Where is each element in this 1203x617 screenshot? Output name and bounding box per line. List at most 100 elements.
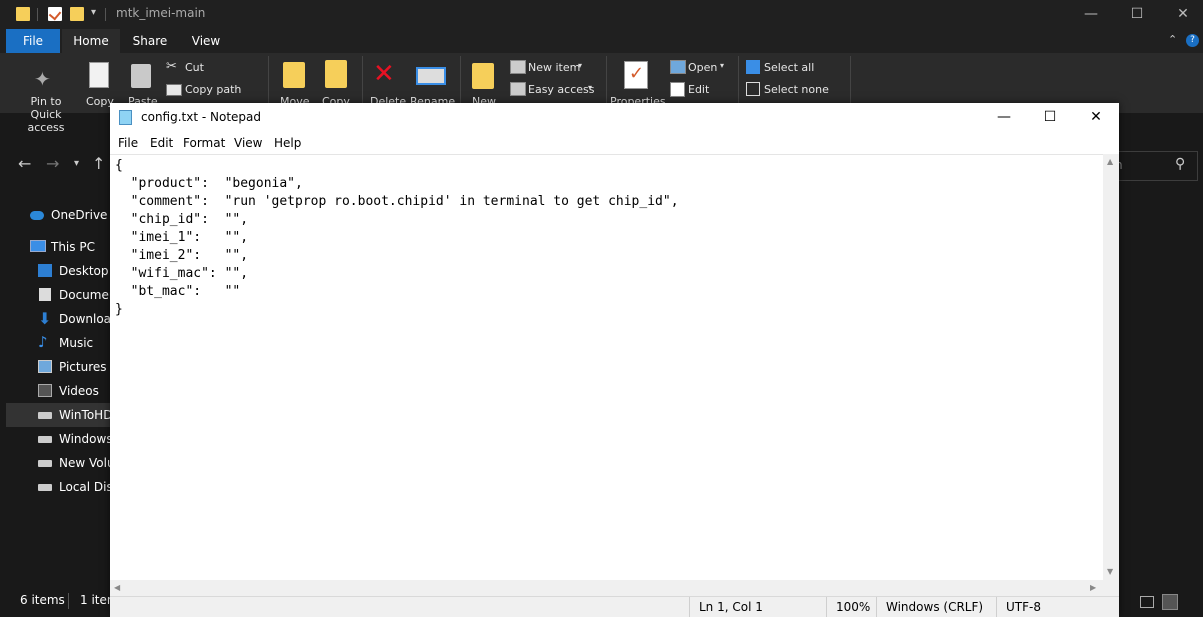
menu-format[interactable]: Format <box>183 136 225 150</box>
edit-icon <box>670 82 685 97</box>
navigation-pane: OneDrive This PC Desktop Documen ⬇ Downl… <box>0 195 120 595</box>
notepad-titlebar: config.txt - Notepad — ☐ ✕ <box>110 103 1119 132</box>
cursor-position: Ln 1, Col 1 <box>699 600 763 614</box>
ribbon-divider <box>268 56 269 106</box>
scroll-up-arrow-icon[interactable]: ▲ <box>1107 157 1113 166</box>
select-none-button[interactable]: Select none <box>764 83 829 96</box>
easy-access-chevron-icon: ▾ <box>588 83 593 92</box>
notepad-close-button[interactable]: ✕ <box>1073 103 1119 132</box>
new-item-button[interactable]: New item <box>528 61 580 74</box>
sidebar-item-label: New Volu <box>59 456 115 470</box>
vertical-scrollbar[interactable]: ▲ ▼ <box>1103 154 1119 580</box>
drive-icon <box>38 460 52 467</box>
rename-icon <box>416 67 446 85</box>
tab-home[interactable]: Home <box>62 29 120 53</box>
item-count: 6 items <box>20 593 65 607</box>
explorer-titlebar: ▾ mtk_imei-main — ☐ ✕ <box>0 0 1203 29</box>
copy-path-button[interactable]: Copy path <box>185 83 241 96</box>
search-box[interactable]: h ⚲ <box>1110 151 1198 181</box>
new-item-icon <box>510 60 526 74</box>
text-editor-area[interactable]: { "product": "begonia", "comment": "run … <box>110 154 1103 581</box>
sidebar-item-new-volume[interactable]: New Volu <box>0 451 115 475</box>
scroll-down-arrow-icon[interactable]: ▼ <box>1107 567 1113 576</box>
open-chevron-icon: ▾ <box>720 61 725 70</box>
edit-button[interactable]: Edit <box>688 83 709 96</box>
sidebar-item-music[interactable]: ♪ Music <box>0 331 110 355</box>
sidebar-item-windows[interactable]: Windows <box>0 427 113 451</box>
collapse-ribbon-chevron-icon[interactable]: ⌃ <box>1168 33 1177 46</box>
pin-to-quick-access-button[interactable]: Pin to Quick access <box>14 95 78 134</box>
menu-view[interactable]: View <box>234 136 262 150</box>
status-divider <box>689 597 690 617</box>
tab-file[interactable]: File <box>6 29 60 53</box>
menu-file[interactable]: File <box>118 136 138 150</box>
ribbon-divider <box>850 56 851 106</box>
sidebar-item-desktop[interactable]: Desktop <box>0 259 110 283</box>
notepad-window-title: config.txt - Notepad <box>141 110 261 124</box>
sidebar-item-documents[interactable]: Documen <box>0 283 116 307</box>
sidebar-item-label: Downloa <box>59 312 112 326</box>
sidebar-item-downloads[interactable]: ⬇ Downloa <box>0 307 112 331</box>
drive-icon <box>38 412 52 419</box>
toolbar-divider <box>37 8 38 21</box>
file-content[interactable]: { "product": "begonia", "comment": "run … <box>115 157 679 319</box>
help-icon[interactable]: ? <box>1186 34 1199 47</box>
select-all-icon <box>746 60 760 74</box>
sidebar-item-label: WinToHD <box>59 408 113 422</box>
horizontal-scrollbar[interactable]: ◀ ▶ <box>110 580 1103 596</box>
sidebar-item-label: Desktop <box>59 264 109 278</box>
new-folder-quick-icon[interactable] <box>70 7 84 21</box>
copy-path-icon <box>166 84 182 96</box>
sidebar-item-label: This PC <box>51 240 95 254</box>
back-arrow-icon[interactable]: ← <box>18 154 31 173</box>
download-icon: ⬇ <box>38 309 52 328</box>
notepad-status-bar: Ln 1, Col 1 100% Windows (CRLF) UTF-8 <box>110 596 1119 617</box>
status-divider <box>826 597 827 617</box>
notepad-maximize-button[interactable]: ☐ <box>1027 103 1073 132</box>
notepad-minimize-button[interactable]: — <box>981 103 1027 132</box>
close-button[interactable]: ✕ <box>1160 3 1203 25</box>
delete-x-icon: ✕ <box>373 59 395 89</box>
large-icons-view-icon[interactable] <box>1162 594 1178 610</box>
status-divider <box>876 597 877 617</box>
maximize-button[interactable]: ☐ <box>1114 3 1160 25</box>
cut-button[interactable]: Cut <box>185 61 204 74</box>
line-ending: Windows (CRLF) <box>886 600 984 614</box>
sidebar-item-this-pc[interactable]: This PC <box>0 235 110 259</box>
select-all-button[interactable]: Select all <box>764 61 814 74</box>
properties-quick-icon[interactable] <box>48 7 62 21</box>
file-list-pane[interactable] <box>1118 183 1203 588</box>
folder-icon <box>16 7 30 21</box>
scroll-right-arrow-icon[interactable]: ▶ <box>1090 583 1096 592</box>
details-view-icon[interactable] <box>1140 596 1154 608</box>
recent-locations-chevron-icon[interactable]: ▾ <box>74 158 79 169</box>
monitor-icon <box>30 240 46 252</box>
search-icon[interactable]: ⚲ <box>1175 156 1185 172</box>
cloud-icon <box>30 211 44 220</box>
menu-edit[interactable]: Edit <box>150 136 173 150</box>
scroll-left-arrow-icon[interactable]: ◀ <box>114 583 120 592</box>
ribbon-divider <box>362 56 363 106</box>
sidebar-item-videos[interactable]: Videos <box>0 379 110 403</box>
status-divider <box>68 593 69 609</box>
minimize-button[interactable]: — <box>1068 3 1114 25</box>
ribbon-divider <box>460 56 461 106</box>
scrollbar-corner <box>1103 580 1119 596</box>
sidebar-item-label: Documen <box>59 288 117 302</box>
notepad-window: config.txt - Notepad — ☐ ✕ File Edit For… <box>110 103 1119 617</box>
menu-help[interactable]: Help <box>274 136 301 150</box>
sidebar-item-local-disk[interactable]: Local Disk <box>0 475 120 499</box>
properties-check-icon: ✓ <box>629 63 645 84</box>
customize-toolbar-chevron-icon[interactable]: ▾ <box>91 7 96 18</box>
sidebar-item-pictures[interactable]: Pictures <box>0 355 110 379</box>
sidebar-item-wintohd[interactable]: WinToHD <box>6 403 113 427</box>
up-arrow-icon[interactable]: ↑ <box>92 154 105 173</box>
tab-view[interactable]: View <box>180 29 232 53</box>
ribbon-divider <box>606 56 607 106</box>
tab-share[interactable]: Share <box>124 29 176 53</box>
forward-arrow-icon[interactable]: → <box>46 154 59 173</box>
easy-access-button[interactable]: Easy access <box>528 83 595 96</box>
desktop-icon <box>38 264 52 277</box>
sidebar-item-onedrive[interactable]: OneDrive <box>0 203 110 227</box>
open-button[interactable]: Open <box>688 61 717 74</box>
